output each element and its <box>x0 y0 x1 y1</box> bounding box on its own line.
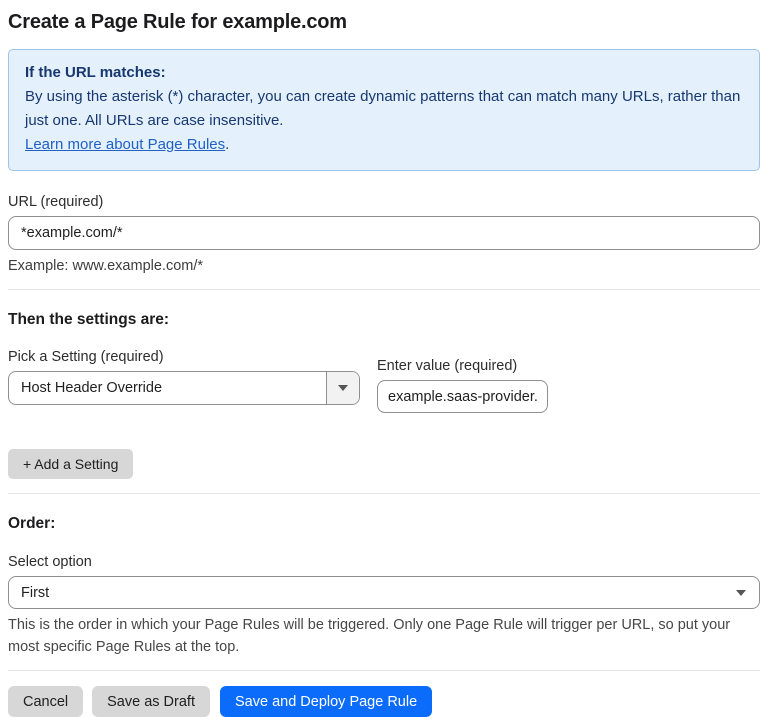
pick-setting-dropdown-button[interactable] <box>326 372 359 404</box>
learn-more-page-rules-link[interactable]: Learn more about Page Rules <box>25 136 225 153</box>
order-help-text: This is the order in which your Page Rul… <box>8 617 731 655</box>
setting-value-input[interactable] <box>377 380 548 413</box>
enter-value-column: Enter value (required) <box>377 348 548 413</box>
save-deploy-button[interactable]: Save and Deploy Page Rule <box>219 686 433 717</box>
create-page-rule-form: Create a Page Rule for example.com If th… <box>0 0 772 717</box>
link-suffix: . <box>225 136 230 153</box>
add-setting-button[interactable]: + Add a Setting <box>8 449 134 479</box>
settings-row: Pick a Setting (required) Host Header Ov… <box>8 348 760 413</box>
section-divider <box>8 670 760 671</box>
order-dropdown-arrow <box>736 589 759 596</box>
section-divider <box>8 493 760 494</box>
order-select[interactable]: First <box>8 576 760 609</box>
info-box: If the URL matches: By using the asteris… <box>8 49 760 171</box>
save-draft-button[interactable]: Save as Draft <box>92 686 210 717</box>
order-heading: Order: <box>8 515 56 532</box>
order-select-label: Select option <box>8 554 92 570</box>
order-selected-value: First <box>21 584 50 601</box>
settings-heading: Then the settings are: <box>8 311 170 328</box>
cancel-button[interactable]: Cancel <box>8 686 84 717</box>
footer-buttons: Cancel Save as Draft Save and Deploy Pag… <box>8 686 760 717</box>
url-input[interactable] <box>8 216 760 250</box>
url-example-note: Example: www.example.com/* <box>8 258 204 274</box>
info-box-body: By using the asterisk (*) character, you… <box>25 88 741 129</box>
chevron-down-icon <box>338 385 348 391</box>
enter-value-label: Enter value (required) <box>377 358 518 374</box>
section-divider <box>8 289 760 290</box>
pick-setting-label: Pick a Setting (required) <box>8 349 164 365</box>
info-box-link-line: Learn more about Page Rules. <box>25 133 743 157</box>
chevron-down-icon <box>736 589 746 596</box>
url-label: URL (required) <box>8 194 104 210</box>
page-title: Create a Page Rule for example.com <box>8 11 347 33</box>
info-box-heading: If the URL matches: <box>25 64 166 81</box>
pick-setting-column: Pick a Setting (required) Host Header Ov… <box>8 348 360 405</box>
pick-setting-selected-value: Host Header Override <box>21 380 163 396</box>
pick-setting-select[interactable]: Host Header Override <box>8 371 360 405</box>
